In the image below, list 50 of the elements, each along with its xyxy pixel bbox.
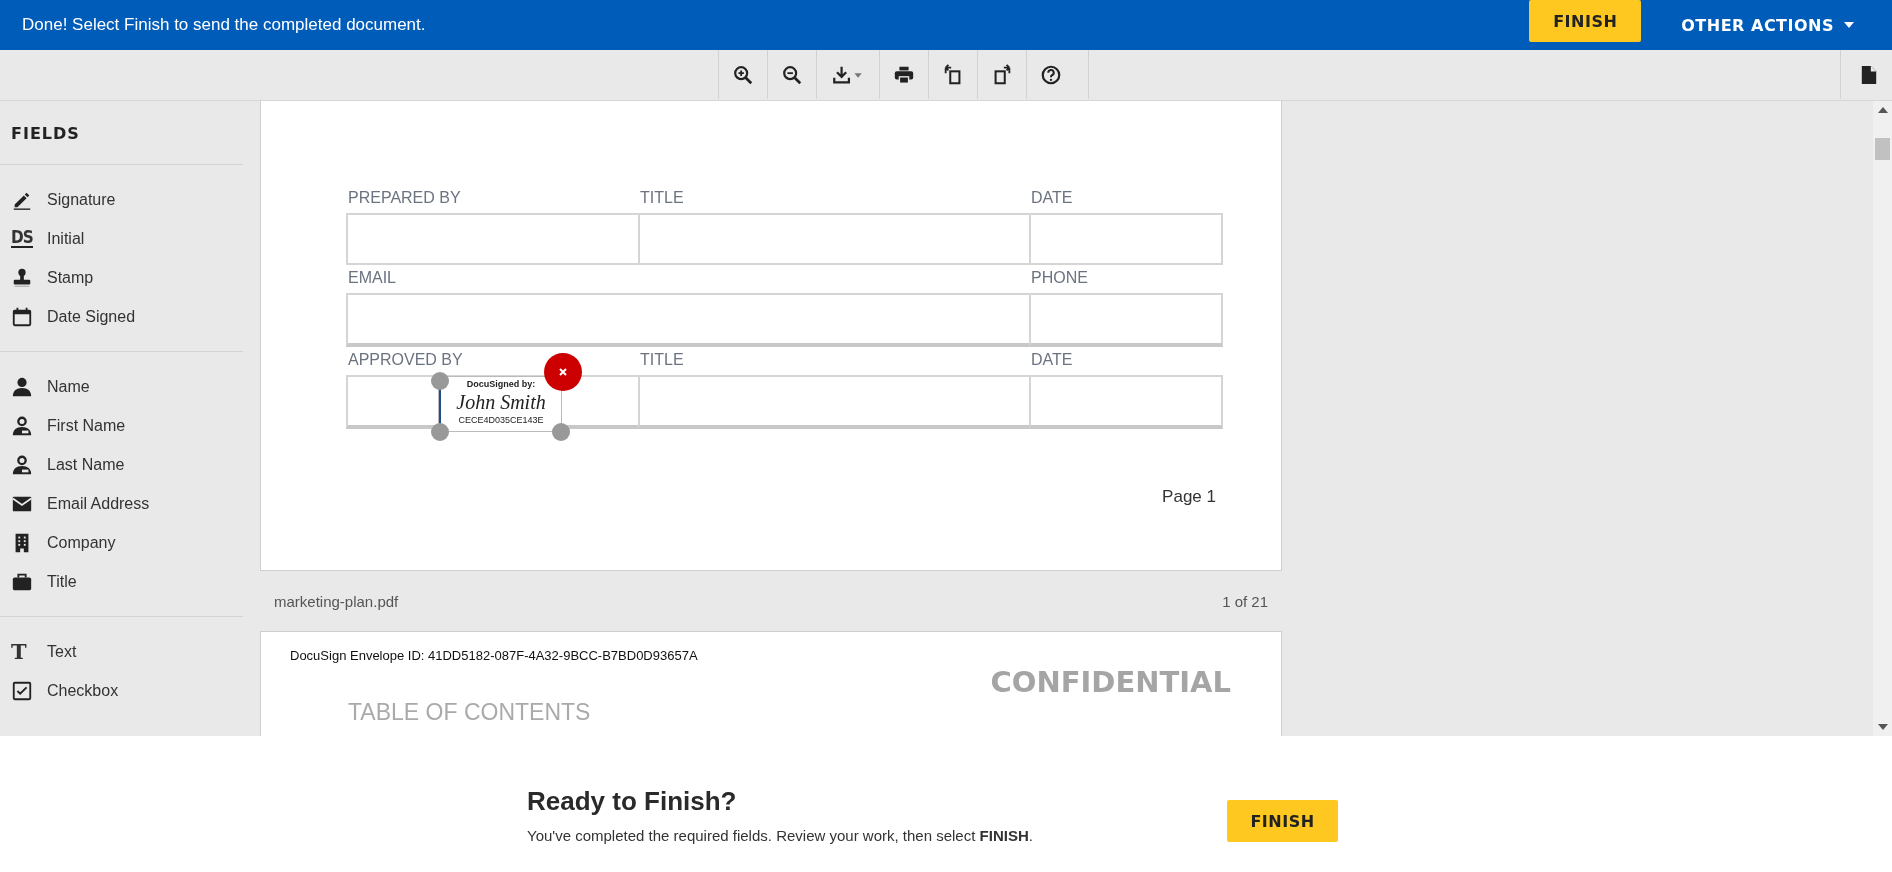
help-icon[interactable] <box>1026 50 1089 99</box>
person-icon <box>11 453 33 476</box>
form-label: DATE <box>1031 350 1073 370</box>
envelope-id: DocuSign Envelope ID: 41DD5182-087F-4A32-9BCC-B7BD0D93657A <box>290 648 699 663</box>
field-item[interactable]: Signature <box>0 180 243 219</box>
stamp-icon <box>11 266 33 289</box>
text-icon: T <box>11 641 27 662</box>
calendar-icon <box>11 305 33 328</box>
scroll-thumb[interactable] <box>1875 138 1890 160</box>
banner-message: Done! Select Finish to send the completed document. <box>22 15 427 35</box>
form-label: PHONE <box>1031 268 1088 288</box>
scroll-up-icon[interactable] <box>1877 107 1888 113</box>
page-count: 1 of 21 <box>1222 592 1268 610</box>
person-icon <box>11 414 33 437</box>
delete-icon[interactable] <box>544 353 582 391</box>
form-label: TITLE <box>640 350 684 370</box>
field-item[interactable]: Title <box>0 562 243 601</box>
field-item[interactable]: DS Initial <box>0 219 243 258</box>
field-item[interactable]: First Name <box>0 406 243 445</box>
form-label: APPROVED BY <box>348 350 463 370</box>
resize-handle[interactable] <box>431 372 449 390</box>
scroll-down-icon[interactable] <box>1877 724 1888 730</box>
form-label: TITLE <box>640 188 684 208</box>
caret-icon <box>1844 22 1854 28</box>
field-item[interactable]: T Text <box>0 632 243 671</box>
form-label: PREPARED BY <box>348 188 461 208</box>
form-label: DATE <box>1031 188 1073 208</box>
form-label: EMAIL <box>348 268 396 288</box>
resize-handle[interactable] <box>431 423 449 441</box>
confidential-heading: CONFIDENTIAL <box>989 665 1232 699</box>
field-item[interactable]: Name <box>0 367 243 406</box>
checkbox-icon <box>11 679 33 702</box>
page-number: Page 1 <box>1161 487 1216 507</box>
field-item[interactable]: Date Signed <box>0 297 243 336</box>
other-actions-button[interactable]: OTHER ACTIONS <box>1681 15 1854 35</box>
finish-button[interactable]: FINISH <box>1529 0 1642 42</box>
file-name: marketing-plan.pdf <box>274 592 399 610</box>
field-item[interactable]: Stamp <box>0 258 243 297</box>
sidebar-title: FIELDS <box>0 101 243 165</box>
finish-title: Ready to Finish? <box>527 786 738 817</box>
finish-description: You've completed the required fields. Review your work, then select FINISH. <box>527 827 1034 844</box>
scrollbar[interactable] <box>1873 101 1892 736</box>
field-item[interactable]: Company <box>0 523 243 562</box>
resize-handle[interactable] <box>552 423 570 441</box>
person-icon <box>11 375 33 398</box>
field-item[interactable]: Last Name <box>0 445 243 484</box>
contents-heading: TABLE OF CONTENTS <box>348 699 592 725</box>
field-item[interactable]: Email Address <box>0 484 243 523</box>
finish-button[interactable]: FINISH <box>1227 800 1338 842</box>
field-item[interactable]: Checkbox <box>0 671 243 710</box>
